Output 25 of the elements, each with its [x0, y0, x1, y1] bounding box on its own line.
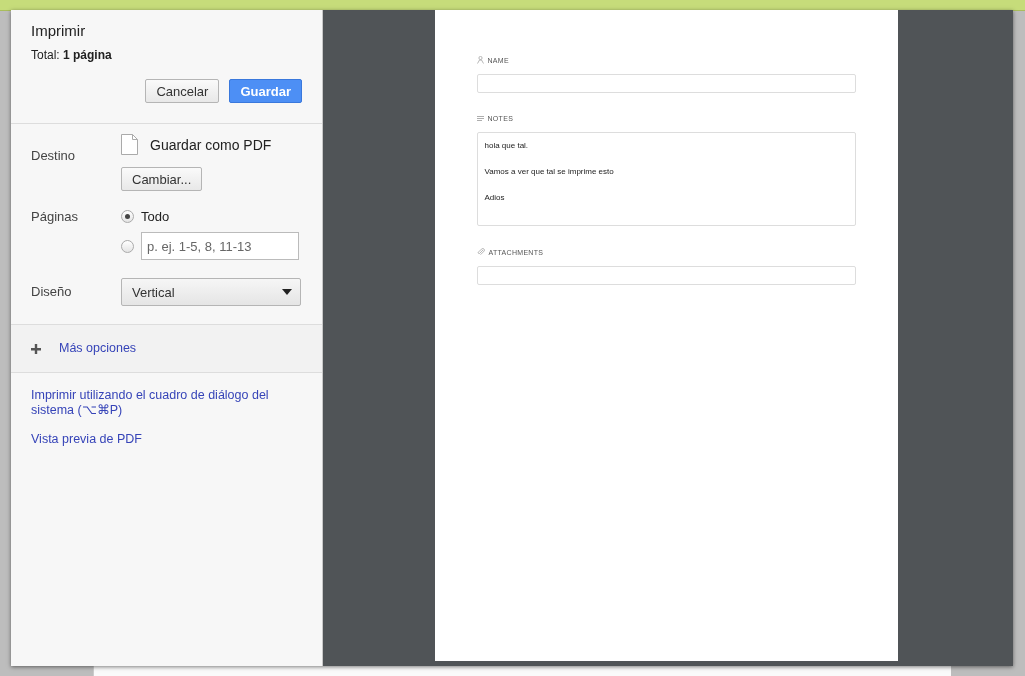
- note-line: Adios: [484, 193, 506, 202]
- user-icon: [476, 56, 484, 64]
- link[interactable]: Imprimir utilizando el cuadro de diálogo del sistema (⌥⌘P): [31, 388, 302, 418]
- paperclip-icon: [476, 248, 485, 256]
- option-label: Todo: [141, 209, 170, 224]
- cancel-button[interactable]: Cancelar: [145, 79, 220, 103]
- caret-icon: [282, 289, 292, 295]
- layout-label: Diseño: [31, 283, 73, 301]
- destination-name: Guardar como PDF: [150, 136, 272, 153]
- destination-label: Destino: [31, 147, 77, 165]
- page-range-field[interactable]: p. ej. 1-5, 8, 11-13: [141, 232, 299, 260]
- radio-button[interactable]: [121, 239, 134, 253]
- pages-label: Páginas: [31, 209, 79, 226]
- dialog-title: Imprimir: [31, 22, 87, 39]
- layout-dropdown[interactable]: Vertical: [121, 278, 301, 306]
- link[interactable]: Vista previa de PDF: [31, 432, 302, 447]
- change-button[interactable]: Cambiar...: [121, 167, 203, 191]
- lines-icon: [476, 115, 484, 122]
- note-line: Vamos a ver que tal se imprime esto: [484, 167, 615, 176]
- radio-button[interactable]: [121, 210, 134, 223]
- more-options-link[interactable]: Más opciones: [59, 341, 137, 356]
- page-total: Total: 1 página: [31, 48, 113, 62]
- document-icon: [121, 134, 138, 155]
- plus-icon[interactable]: [31, 343, 41, 354]
- note-line: hola que tal.: [484, 141, 530, 150]
